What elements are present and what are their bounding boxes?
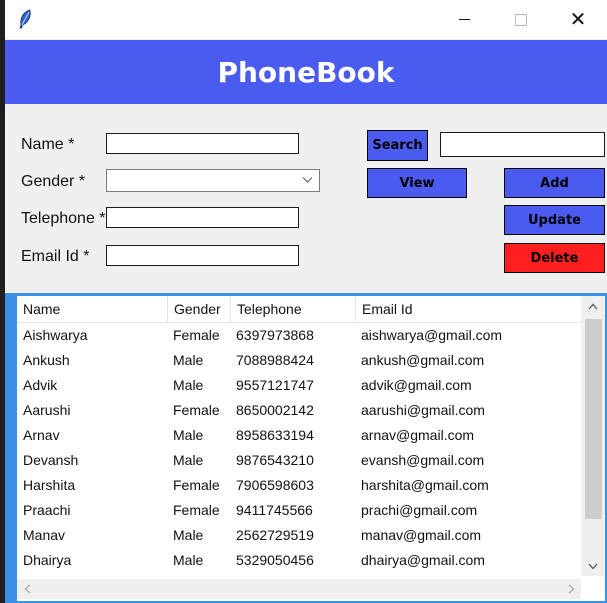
cell-telephone: 9411745566 — [236, 502, 313, 518]
table-row[interactable]: Manav Male 2562729519 manav@gmail.com — [17, 523, 581, 548]
column-header-name[interactable]: Name — [17, 296, 167, 322]
maximize-icon — [515, 13, 527, 26]
cell-name: Praachi — [23, 502, 71, 518]
chevron-down-icon[interactable] — [581, 556, 605, 576]
table-row[interactable]: Aarushi Female 8650002142 aarushi@gmail.com — [17, 398, 581, 423]
email-label: Email Id * — [21, 248, 90, 265]
email-input[interactable] — [106, 245, 299, 266]
app-title: PhoneBook — [217, 55, 395, 89]
horizontal-scrollbar[interactable] — [17, 579, 581, 599]
chevron-right-icon[interactable] — [561, 579, 581, 599]
minimize-icon — [458, 19, 470, 20]
table-row[interactable]: Harshita Female 7906598603 harshita@gmail.c… — [17, 473, 581, 498]
cell-telephone: 7906598603 — [236, 477, 314, 493]
cell-name: Arnav — [23, 427, 60, 443]
cell-name: Dhairya — [23, 552, 72, 568]
cell-gender: Female — [173, 477, 220, 493]
table-row[interactable]: Advik Male 9557121747 advik@gmail.com — [17, 373, 581, 398]
delete-button[interactable]: Delete — [504, 243, 605, 273]
cell-telephone: 6397973868 — [236, 327, 314, 343]
cell-email: prachi@gmail.com — [361, 502, 478, 518]
phonebook-window: ✕ PhoneBook Name * Gender * Telephone * … — [5, 0, 607, 603]
chevron-up-icon[interactable] — [581, 296, 605, 316]
cell-gender: Male — [173, 352, 204, 368]
cell-telephone: 7088988424 — [236, 352, 314, 368]
column-header-gender[interactable]: Gender — [167, 296, 230, 322]
cell-email: dhairya@gmail.com — [361, 552, 485, 568]
cell-email: manav@gmail.com — [361, 527, 482, 543]
update-button-label: Update — [528, 212, 581, 228]
cell-email: aarushi@gmail.com — [361, 402, 485, 418]
gender-label: Gender * — [21, 173, 86, 190]
cell-name: Aarushi — [23, 402, 71, 418]
add-button-label: Add — [540, 175, 569, 191]
contacts-table[interactable]: Name Gender Telephone Email Id Aishwarya… — [17, 296, 605, 601]
cell-gender: Male — [173, 427, 204, 443]
cell-gender: Female — [173, 402, 220, 418]
cell-email: ankush@gmail.com — [361, 352, 485, 368]
close-icon: ✕ — [569, 8, 587, 31]
add-button[interactable]: Add — [504, 168, 605, 198]
vertical-scrollbar[interactable] — [581, 296, 605, 576]
telephone-label: Telephone * — [21, 210, 106, 227]
close-button[interactable]: ✕ — [555, 0, 601, 39]
update-button[interactable]: Update — [504, 205, 605, 235]
search-button[interactable]: Search — [367, 130, 428, 161]
minimize-button[interactable] — [441, 0, 487, 39]
cell-gender: Male — [173, 552, 204, 568]
cell-name: Devansh — [23, 452, 79, 468]
delete-button-label: Delete — [530, 250, 579, 266]
title-bar: ✕ — [5, 0, 607, 39]
table-row[interactable]: Aishwarya Female 6397973868 aishwarya@gmail… — [17, 323, 581, 348]
name-label: Name * — [21, 136, 75, 153]
cell-telephone: 8650002142 — [236, 402, 314, 418]
cell-telephone: 5329050456 — [236, 552, 314, 568]
feather-icon — [19, 9, 31, 29]
table-row[interactable]: Praachi Female 9411745566 prachi@gmail.com — [17, 498, 581, 523]
table-row[interactable]: Dhairya Male 5329050456 dhairya@gmail.com — [17, 548, 581, 573]
search-input[interactable] — [440, 132, 605, 157]
column-header-email[interactable]: Email Id — [355, 296, 581, 322]
cell-email: evansh@gmail.com — [361, 452, 485, 468]
table-row[interactable]: Arnav Male 8958633194 arnav@gmail.com — [17, 423, 581, 448]
chevron-left-icon[interactable] — [17, 579, 37, 599]
cell-gender: Male — [173, 527, 204, 543]
cell-gender: Female — [173, 502, 220, 518]
cell-telephone: 9876543210 — [236, 452, 314, 468]
cell-telephone: 9557121747 — [236, 377, 314, 393]
view-button[interactable]: View — [367, 168, 467, 198]
name-input[interactable] — [106, 133, 299, 154]
cell-gender: Male — [173, 452, 204, 468]
table-header: Name Gender Telephone Email Id — [17, 296, 581, 323]
cell-email: harshita@gmail.com — [361, 477, 489, 493]
cell-name: Ankush — [23, 352, 70, 368]
cell-telephone: 8958633194 — [236, 427, 314, 443]
table-row[interactable]: Ankush Male 7088988424 ankush@gmail.com — [17, 348, 581, 373]
cell-gender: Male — [173, 377, 204, 393]
maximize-button[interactable] — [498, 0, 544, 39]
cell-gender: Female — [173, 327, 220, 343]
cell-name: Harshita — [23, 477, 76, 493]
column-header-telephone[interactable]: Telephone — [230, 296, 355, 322]
cell-email: aishwarya@gmail.com — [361, 327, 503, 343]
chevron-down-icon — [302, 173, 313, 187]
gender-dropdown[interactable] — [106, 169, 320, 192]
cell-email: advik@gmail.com — [361, 377, 472, 393]
vertical-scroll-thumb[interactable] — [585, 319, 602, 519]
view-button-label: View — [399, 175, 435, 191]
table-row[interactable]: Devansh Male 9876543210 evansh@gmail.com — [17, 448, 581, 473]
cell-email: arnav@gmail.com — [361, 427, 475, 443]
cell-name: Advik — [23, 377, 58, 393]
app-header: PhoneBook — [5, 40, 607, 104]
cell-telephone: 2562729519 — [236, 527, 314, 543]
cell-name: Aishwarya — [23, 327, 88, 343]
telephone-input[interactable] — [106, 207, 299, 228]
search-button-label: Search — [372, 138, 423, 153]
cell-name: Manav — [23, 527, 66, 543]
